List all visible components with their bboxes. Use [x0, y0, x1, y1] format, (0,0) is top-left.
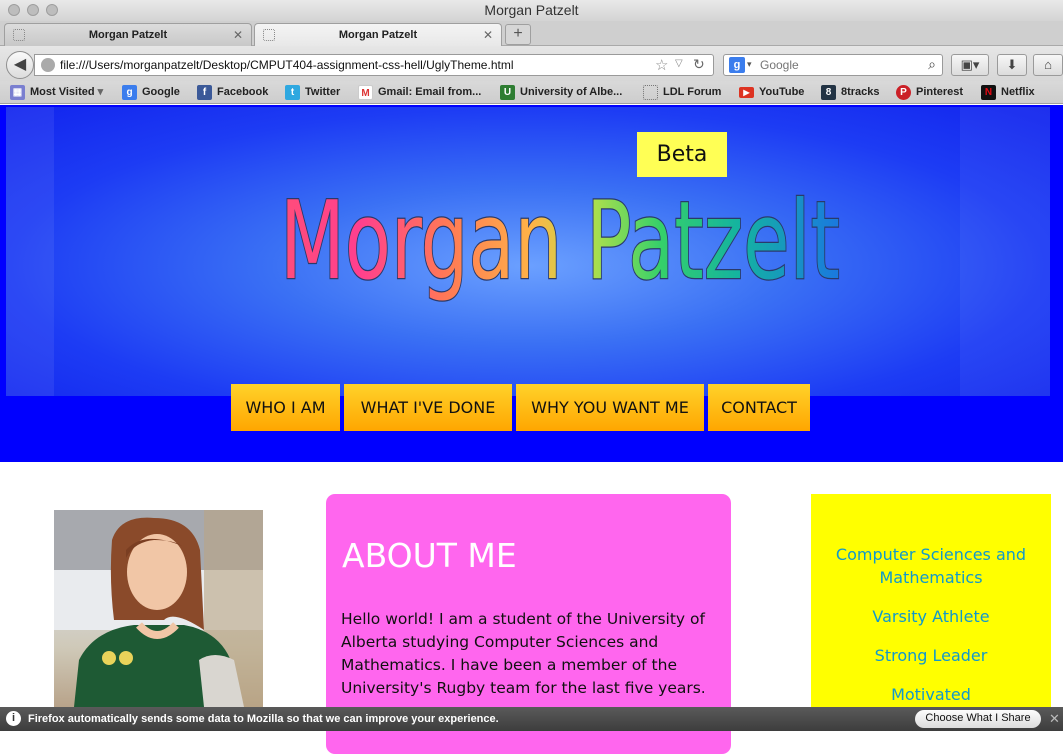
globe-icon [41, 58, 55, 72]
bookmarks-menu-button[interactable]: ▣▾ [951, 54, 989, 76]
bookmarks-toolbar: ▦ Most Visited ▾ g Google f Facebook t Twitt… [0, 81, 1063, 104]
about-heading: ABOUT ME [342, 536, 517, 575]
nav-what-ive-done[interactable]: WHAT I'VE DONE [344, 384, 512, 431]
downloads-button[interactable]: ⬇ [997, 54, 1027, 76]
bookmark-label: Gmail: Email from... [378, 86, 482, 98]
bookmark-most-visited[interactable]: ▦ Most Visited ▾ [10, 85, 103, 101]
bookmark-label: Netflix [1001, 86, 1035, 98]
tab-label: Morgan Patzelt [338, 29, 418, 41]
bookmark-label: Pinterest [916, 86, 964, 98]
bookmark-star-icon[interactable]: ☆ [655, 56, 668, 74]
bookmark-label: YouTube [759, 86, 805, 98]
bookmark-netflix[interactable]: N Netflix [981, 85, 1035, 101]
close-window-button[interactable] [8, 4, 20, 16]
bookmark-label: Facebook [217, 86, 269, 98]
logo-text: Morgan Patzelt [280, 179, 840, 304]
download-icon: ⬇ [1006, 57, 1018, 72]
nav-contact[interactable]: CONTACT [708, 384, 810, 431]
netflix-icon: N [981, 85, 996, 100]
nav-why-you-want-me[interactable]: WHY YOU WANT ME [516, 384, 704, 431]
close-icon[interactable]: ✕ [483, 24, 493, 46]
tab-morgan-patzelt-1[interactable]: Morgan Patzelt ✕ [4, 23, 252, 46]
profile-photo-image [54, 510, 263, 707]
pinterest-icon: P [896, 85, 911, 100]
page-icon [263, 29, 275, 41]
history-dropdown-icon[interactable]: ▽ [675, 58, 683, 69]
tab-strip: Morgan Patzelt ✕ Morgan Patzelt ✕ + [0, 21, 1063, 46]
home-button[interactable]: ⌂ [1033, 54, 1063, 76]
minimize-window-button[interactable] [27, 4, 39, 16]
bookmark-gmail[interactable]: M Gmail: Email from... [358, 85, 481, 101]
bookmark-label: University of Albe... [520, 86, 623, 98]
nav-who-i-am[interactable]: WHO I AM [231, 384, 340, 431]
highlights-sidebar: Computer Sciences and Mathematics Varsit… [811, 494, 1051, 724]
google-icon[interactable]: g [729, 57, 745, 73]
bookmark-google[interactable]: g Google [122, 85, 180, 101]
facebook-icon: f [197, 85, 212, 100]
search-icon[interactable]: ⌕ [928, 56, 936, 73]
info-icon: i [6, 711, 21, 726]
close-icon[interactable]: ✕ [1049, 708, 1060, 730]
chevron-down-icon[interactable]: ▾ [747, 59, 752, 70]
bookmark-label: 8tracks [841, 86, 880, 98]
bookmark-label: Most Visited [30, 86, 95, 98]
about-text: Hello world! I am a student of the Unive… [341, 610, 706, 697]
url-bar[interactable]: ☆ ▽ ↻ [34, 54, 714, 76]
chevron-down-icon: ▾ [97, 86, 104, 98]
bookmark-label: LDL Forum [663, 86, 722, 98]
choose-what-i-share-button[interactable]: Choose What I Share [915, 710, 1041, 728]
reload-icon[interactable]: ↻ [693, 56, 705, 73]
tab-morgan-patzelt-2[interactable]: Morgan Patzelt ✕ [254, 23, 502, 46]
google-icon: g [122, 85, 137, 100]
highlight-computer-sciences: Computer Sciences and Mathematics [835, 545, 1027, 587]
bookmark-8tracks[interactable]: 8 8tracks [821, 85, 880, 101]
8tracks-icon: 8 [821, 85, 836, 100]
bookmark-ldl-forum[interactable]: LDL Forum [643, 85, 721, 101]
search-bar[interactable]: g ▾ ⌕ [723, 54, 943, 76]
page-icon [643, 85, 658, 100]
most-visited-icon: ▦ [10, 85, 25, 100]
highlight-varsity-athlete: Varsity Athlete [872, 607, 990, 626]
close-icon[interactable]: ✕ [233, 24, 243, 46]
navigation-toolbar: ◀ ☆ ▽ ↻ g ▾ ⌕ ▣▾ ⬇ ⌂ [0, 46, 1063, 81]
window-titlebar: Morgan Patzelt [0, 0, 1063, 21]
gmail-icon: M [358, 85, 373, 100]
bookmark-label: Twitter [305, 86, 341, 98]
window-title: Morgan Patzelt [484, 2, 579, 18]
twitter-icon: t [285, 85, 300, 100]
home-icon: ⌂ [1044, 57, 1052, 72]
zoom-window-button[interactable] [46, 4, 58, 16]
back-button[interactable]: ◀ [6, 51, 34, 79]
bookmark-university-of-alberta[interactable]: U University of Albe... [500, 85, 622, 101]
search-input[interactable] [760, 57, 910, 73]
bookmarks-icon: ▣▾ [960, 57, 980, 72]
url-input[interactable] [60, 57, 650, 73]
profile-photo [54, 510, 263, 707]
youtube-icon: ▶ [739, 87, 754, 98]
highlight-motivated: Motivated [891, 685, 971, 704]
bookmark-label: Google [142, 86, 180, 98]
highlight-strong-leader: Strong Leader [874, 646, 988, 665]
data-sharing-notification: i Firefox automatically sends some data … [0, 707, 1063, 731]
bookmark-youtube[interactable]: ▶ YouTube [739, 85, 804, 101]
bookmark-twitter[interactable]: t Twitter [285, 85, 340, 101]
page-icon [13, 29, 25, 41]
new-tab-button[interactable]: + [505, 24, 531, 45]
ualberta-icon: U [500, 85, 515, 100]
notification-message: Firefox automatically sends some data to… [28, 713, 499, 725]
site-logo: Morgan Patzelt [279, 178, 842, 306]
back-arrow-icon: ◀ [13, 56, 27, 73]
bookmark-facebook[interactable]: f Facebook [197, 85, 268, 101]
bookmark-pinterest[interactable]: P Pinterest [896, 85, 963, 101]
tab-label: Morgan Patzelt [88, 29, 168, 41]
